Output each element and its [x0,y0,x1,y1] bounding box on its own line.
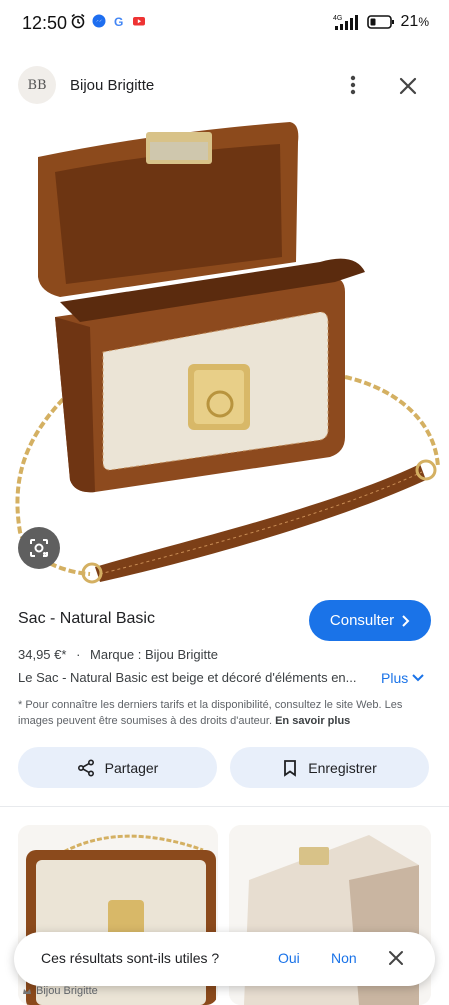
feedback-question: Ces résultats sont-ils utiles ? [41,950,220,966]
status-time: 12:50 [22,13,68,33]
product-image[interactable] [0,112,449,590]
chevron-down-icon [412,674,424,682]
share-button[interactable]: Partager [18,747,217,788]
more-options-icon[interactable] [340,72,366,98]
network-type-label: 4G [333,15,342,22]
handbag-illustration [15,122,440,584]
product-description: Le Sac - Natural Basic est beige et déco… [18,670,357,685]
close-icon[interactable] [396,74,420,98]
crown-icon [23,989,31,994]
product-brand: Marque : Bijou Brigitte [90,647,218,662]
product-title: Sac - Natural Basic [18,610,155,627]
brand-logo[interactable]: BB [18,66,56,104]
messenger-icon [92,14,106,28]
bottom-source-label: Bijou Brigitte [36,985,98,997]
feedback-bar: Ces résultats sont-ils utiles ? Oui Non [14,932,435,986]
feedback-yes-button[interactable]: Oui [278,950,300,966]
save-label: Enregistrer [308,759,377,776]
more-label: Plus [381,670,409,686]
source-header: BB Bijou Brigitte [0,62,449,108]
disclaimer: * Pour connaître les derniers tarifs et … [18,697,432,729]
product-price: 34,95 €* [18,647,67,662]
lens-icon [30,539,48,557]
more-button[interactable]: Plus [381,670,424,686]
battery-percent: 21% [400,13,429,30]
bookmark-icon [284,759,297,777]
chevron-right-icon [402,614,410,627]
google-icon: G [114,15,123,28]
learn-more-link[interactable]: En savoir plus [275,715,350,727]
svg-text:G: G [114,15,123,28]
feedback-no-button[interactable]: Non [331,950,357,966]
visit-button-label: Consulter [329,612,395,629]
alarm-icon [71,13,85,29]
lens-search-button[interactable] [18,527,60,569]
bottom-source[interactable]: Bijou Brigitte [22,985,98,997]
share-icon [77,758,94,777]
visit-button[interactable]: Consulter [309,600,431,641]
product-meta: 34,95 €* · Marque : Bijou Brigitte [18,647,218,662]
status-bar: 12:50 G 4G 21% [0,0,449,46]
close-icon[interactable] [386,948,406,968]
brand-name[interactable]: Bijou Brigitte [70,77,154,94]
share-label: Partager [104,759,159,776]
status-notification-icons: G [70,13,146,29]
meta-separator: · [76,647,81,662]
battery-icon [366,15,394,29]
signal-icon: 4G [333,15,358,30]
youtube-icon [133,17,145,26]
status-system-icons: 4G 21% [333,13,429,31]
save-button[interactable]: Enregistrer [230,747,429,788]
section-divider [0,806,449,807]
